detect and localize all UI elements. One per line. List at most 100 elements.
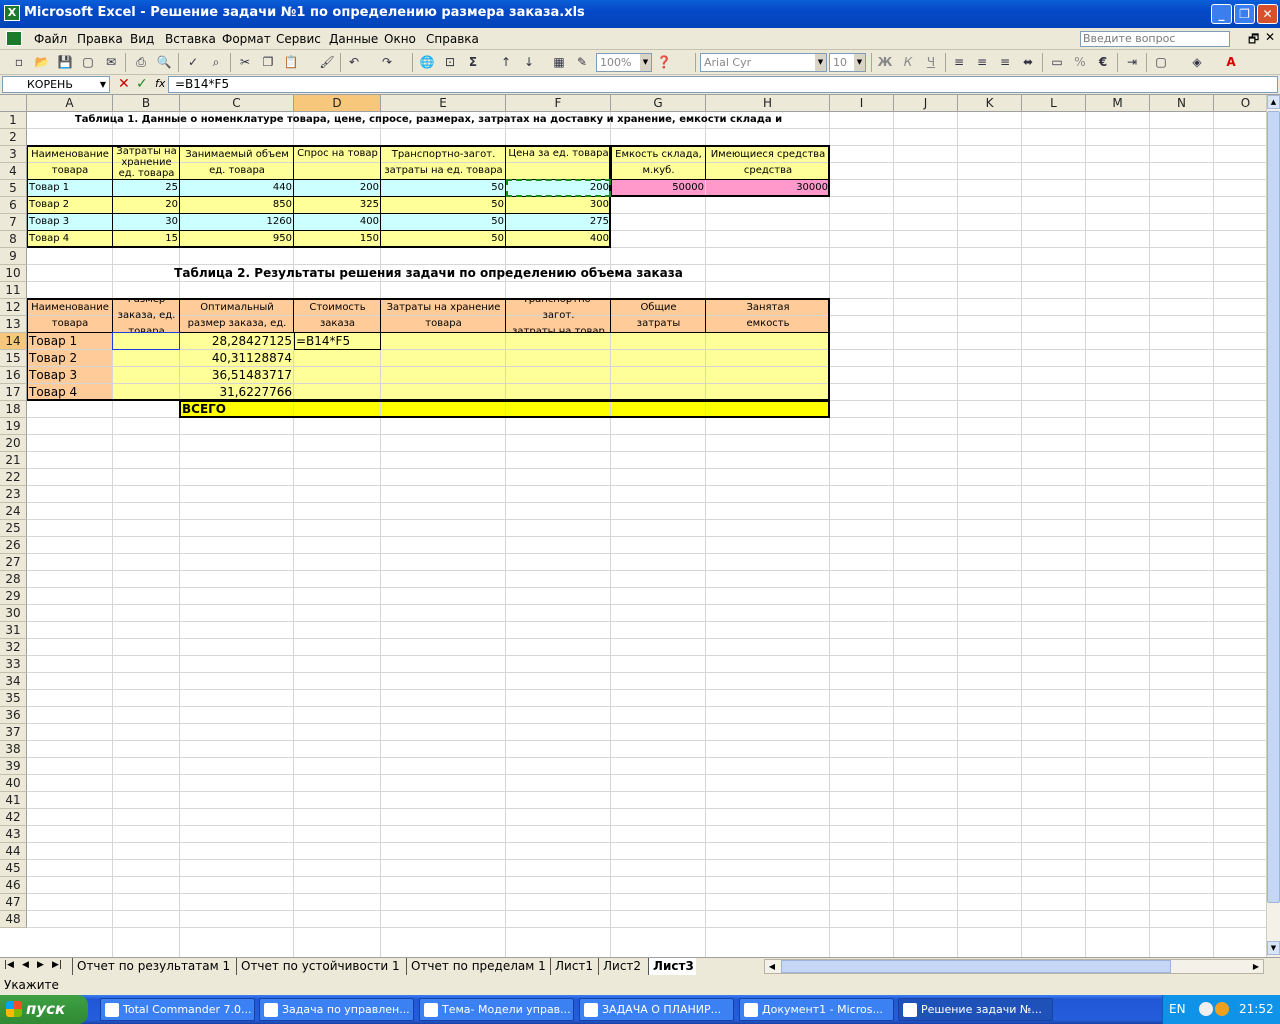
undo-icon[interactable]: ↶: [345, 54, 363, 71]
row-header[interactable]: 33: [0, 656, 27, 673]
format-painter-icon[interactable]: 🖌: [318, 54, 336, 71]
redo-icon[interactable]: ↷: [378, 54, 396, 71]
cell[interactable]: Цена за ед. товара: [506, 146, 611, 179]
menu-item[interactable]: Данные: [329, 32, 378, 46]
taskbar-button[interactable]: Документ1 - Micros...: [739, 998, 894, 1021]
cell[interactable]: Затраты на хранение товара: [381, 299, 506, 332]
italic-button[interactable]: К: [899, 54, 917, 71]
row-header[interactable]: 22: [0, 469, 27, 486]
cell[interactable]: 150: [294, 231, 381, 247]
column-header[interactable]: I: [830, 95, 894, 112]
row-header[interactable]: 13: [0, 316, 27, 333]
row-header[interactable]: 12: [0, 299, 27, 316]
cell[interactable]: 950: [180, 231, 294, 247]
sigma-icon[interactable]: Σ: [464, 54, 482, 71]
row-header[interactable]: 26: [0, 537, 27, 554]
row-header[interactable]: 7: [0, 214, 27, 231]
row-header[interactable]: 17: [0, 384, 27, 401]
menu-item[interactable]: Формат: [222, 32, 271, 46]
cell[interactable]: ВСЕГО: [180, 401, 294, 417]
chevron-down-icon[interactable]: ▼: [100, 77, 106, 92]
row-header[interactable]: 9: [0, 248, 27, 265]
sort-desc-icon[interactable]: ↓: [520, 54, 538, 71]
cell[interactable]: 300: [506, 197, 611, 213]
row-header[interactable]: 41: [0, 792, 27, 809]
row-header[interactable]: 34: [0, 673, 27, 690]
sheet-tab[interactable]: Отчет по устойчивости 1: [236, 958, 402, 975]
open-folder-icon[interactable]: 📂: [33, 54, 51, 71]
sheet-tab[interactable]: Лист2: [598, 958, 644, 975]
print-preview-icon[interactable]: 🔍: [155, 54, 173, 71]
taskbar-button[interactable]: Total Commander 7.0...: [100, 998, 255, 1021]
column-header[interactable]: M: [1086, 95, 1150, 112]
fill-color-icon[interactable]: ◈: [1188, 54, 1206, 71]
spreadsheet-grid[interactable]: A B C D E F G H I J K L M N O 1 2 3 4 5 6 7 8 9 10 11 12 13 14 15 16 17…: [0, 95, 1266, 957]
cell[interactable]: 50: [381, 214, 506, 230]
row-header[interactable]: 19: [0, 418, 27, 435]
cell[interactable]: 200: [294, 180, 381, 196]
row-header[interactable]: 23: [0, 486, 27, 503]
help-search-input[interactable]: Введите вопрос: [1080, 31, 1230, 47]
row-header[interactable]: 30: [0, 605, 27, 622]
cell[interactable]: 30: [113, 214, 180, 230]
autosum-icon[interactable]: ⊡: [441, 54, 459, 71]
horizontal-scrollbar[interactable]: ◀ ▶: [764, 959, 1264, 974]
row-header[interactable]: 11: [0, 282, 27, 299]
scroll-right-icon[interactable]: ▶: [1249, 960, 1263, 973]
cell[interactable]: 400: [294, 214, 381, 230]
help-icon[interactable]: ❓: [655, 54, 673, 71]
copy-icon[interactable]: ❐: [259, 54, 277, 71]
cell[interactable]: 20: [113, 197, 180, 213]
hyperlink-icon[interactable]: 🌐: [418, 54, 436, 71]
cell[interactable]: Стоимость заказа: [294, 299, 381, 332]
row-header[interactable]: 47: [0, 894, 27, 911]
cell[interactable]: Товар 1: [27, 180, 113, 196]
align-center-icon[interactable]: ≡: [973, 54, 991, 71]
drawing-icon[interactable]: ✎: [573, 54, 591, 71]
sheet-tab[interactable]: Отчет по результатам 1: [72, 958, 232, 975]
row-header[interactable]: 35: [0, 690, 27, 707]
cell[interactable]: Товар 1: [27, 333, 113, 349]
sort-asc-icon[interactable]: ↑: [497, 54, 515, 71]
row-header[interactable]: 25: [0, 520, 27, 537]
menu-item[interactable]: Правка: [77, 32, 123, 46]
cell[interactable]: Транспортно-загот. затраты на ед. товара: [381, 146, 506, 179]
language-indicator[interactable]: EN: [1169, 995, 1186, 1024]
cell[interactable]: 50000: [611, 180, 706, 196]
cut-icon[interactable]: ✂: [236, 54, 254, 71]
menu-item[interactable]: Вид: [130, 32, 154, 46]
enter-icon[interactable]: ✓: [136, 76, 148, 92]
cell[interactable]: Товар 3: [27, 214, 113, 230]
email-icon[interactable]: ✉: [102, 54, 120, 71]
column-header[interactable]: O: [1214, 95, 1266, 112]
currency-icon[interactable]: ▭: [1048, 54, 1066, 71]
taskbar-button[interactable]: Тема- Модели управ...: [419, 998, 574, 1021]
tray-app-icon[interactable]: [1215, 1002, 1229, 1016]
row-header[interactable]: 37: [0, 724, 27, 741]
row-header[interactable]: 32: [0, 639, 27, 656]
formula-input[interactable]: =B14*F5: [168, 76, 1278, 93]
row-header[interactable]: 31: [0, 622, 27, 639]
chart-wizard-icon[interactable]: ▦: [550, 54, 568, 71]
menu-item[interactable]: Файл: [34, 32, 67, 46]
first-sheet-icon[interactable]: |◀: [4, 960, 14, 970]
row-header[interactable]: 36: [0, 707, 27, 724]
paste-icon[interactable]: 📋: [282, 54, 300, 71]
cell[interactable]: Спрос на товар: [294, 146, 381, 179]
cell[interactable]: 50: [381, 197, 506, 213]
taskbar-button[interactable]: Задача по управлен...: [259, 998, 414, 1021]
row-header[interactable]: 42: [0, 809, 27, 826]
column-header[interactable]: D: [294, 95, 381, 112]
cell[interactable]: Товар 2: [27, 197, 113, 213]
cell[interactable]: 1260: [180, 214, 294, 230]
column-header[interactable]: N: [1150, 95, 1214, 112]
spelling-icon[interactable]: ✓: [184, 54, 202, 71]
row-header[interactable]: 46: [0, 877, 27, 894]
cancel-icon[interactable]: ✕: [118, 76, 130, 92]
close-button[interactable]: ✕: [1257, 4, 1278, 24]
row-header[interactable]: 43: [0, 826, 27, 843]
cell[interactable]: 850: [180, 197, 294, 213]
doc-close-icon[interactable]: ✕: [1265, 30, 1275, 44]
cell[interactable]: 36,51483717: [180, 367, 294, 383]
column-header[interactable]: C: [180, 95, 294, 112]
